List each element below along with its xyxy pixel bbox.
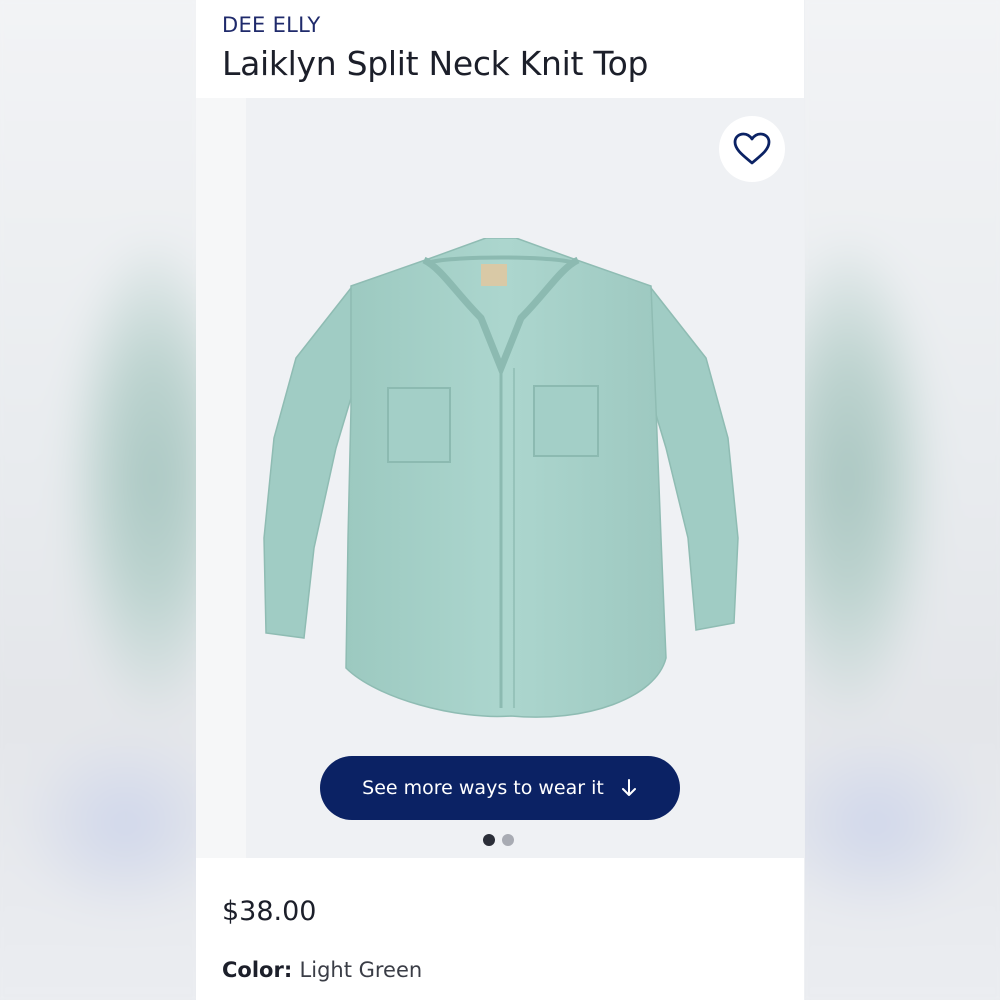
product-detail-panel: DEE ELLY Laiklyn Split Neck Knit Top See… xyxy=(196,0,804,1000)
heart-outline-icon xyxy=(733,132,771,165)
favorite-button[interactable] xyxy=(719,116,785,182)
blurred-backdrop-left xyxy=(0,0,196,1000)
arrow-down-icon xyxy=(621,779,636,796)
product-title: Laiklyn Split Neck Knit Top xyxy=(222,44,649,83)
carousel-dot-1[interactable] xyxy=(483,834,495,846)
cta-label: See more ways to wear it xyxy=(362,777,604,799)
carousel-pagination xyxy=(483,834,514,846)
product-image-gallery[interactable]: See more ways to wear it xyxy=(196,98,804,858)
product-price: $38.00 xyxy=(222,896,317,927)
product-image-top xyxy=(263,238,739,718)
color-value: Light Green xyxy=(299,958,423,982)
color-label: Color: xyxy=(222,958,300,982)
blurred-backdrop-right xyxy=(805,0,1000,1000)
color-selection: Color: Light Green xyxy=(222,958,422,982)
carousel-dot-2[interactable] xyxy=(502,834,514,846)
see-more-ways-button[interactable]: See more ways to wear it xyxy=(320,756,680,820)
brand-name[interactable]: DEE ELLY xyxy=(222,13,321,37)
